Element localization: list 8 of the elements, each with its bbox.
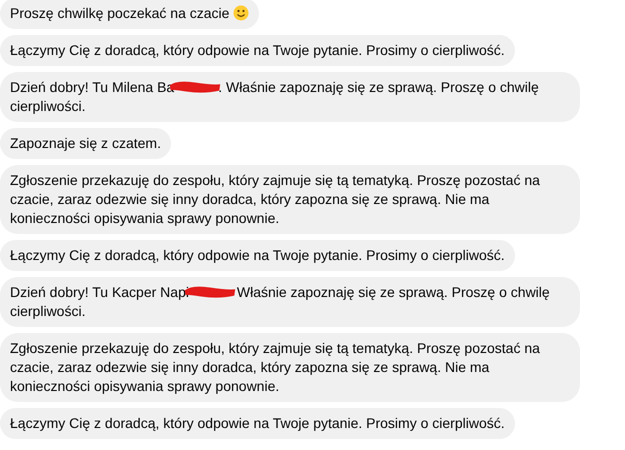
smiley-icon [233, 5, 250, 21]
message-bubble: Łączymy Cię z doradcą, który odpowie na Twoje pytanie. Prosimy o cierpliwość. [0, 240, 515, 271]
message-bubble: Zgłoszenie przekazuję do zespołu, który zajmuje się tą tematyką. Proszę pozostać na czacie, zaraz odezwie się inny doradca, który zapozna się ze sprawą. Nie ma konieczności opisywania sprawy ponownie. [0, 165, 580, 234]
message-bubble: Zgłoszenie przekazuję do zespołu, który zajmuje się tą tematyką. Proszę pozostać na czacie, zaraz odezwie się inny doradca, który zapozna się ze sprawą. Nie ma konieczności opisywania sprawy ponownie. [0, 333, 580, 402]
message-bubble: Proszę chwilkę poczekać na czacie [0, 0, 260, 29]
message-bubble: Zapoznaje się z czatem. [0, 128, 171, 159]
message-bubble: Łączymy Cię z doradcą, który odpowie na Twoje pytanie. Prosimy o cierpliwość. [0, 35, 515, 66]
message-bubble: Łączymy Cię z doradcą, który odpowie na Twoje pytanie. Prosimy o cierpliwość. [0, 408, 515, 439]
